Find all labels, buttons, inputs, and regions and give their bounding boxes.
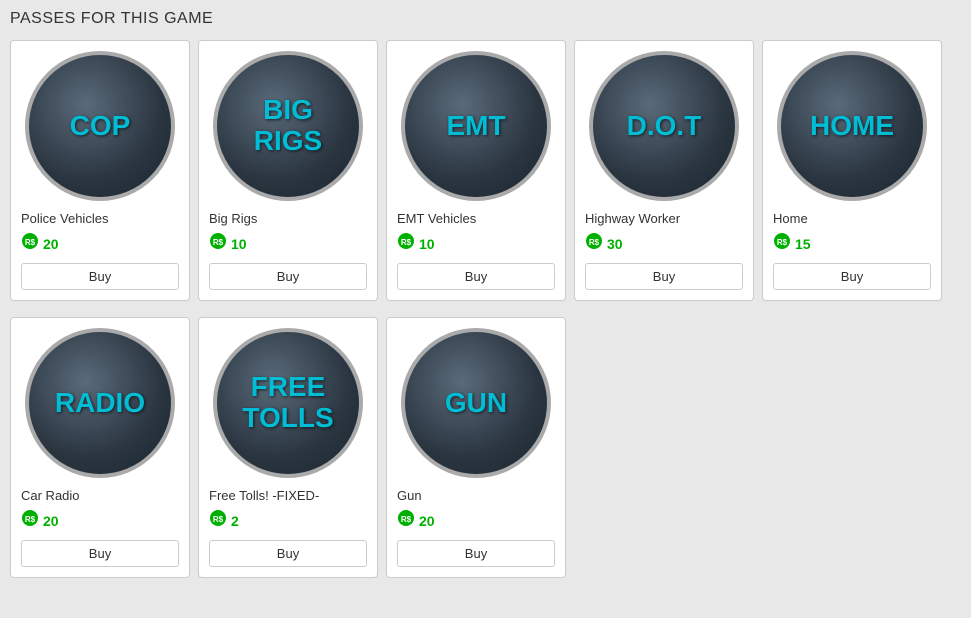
- pass-card-radio: RADIO Car Radio R$ 20 Buy: [10, 317, 190, 578]
- pass-card-emt: EMT EMT Vehicles R$ 10 Buy: [386, 40, 566, 301]
- price-amount-big-rigs: 10: [231, 236, 247, 252]
- buy-button-emt[interactable]: Buy: [397, 263, 555, 290]
- pass-icon-big-rigs: BIG RIGS: [213, 51, 363, 201]
- pass-card-cop: COP Police Vehicles R$ 20 Buy: [10, 40, 190, 301]
- buy-button-radio[interactable]: Buy: [21, 540, 179, 567]
- pass-icon-text-dot: D.O.T: [622, 106, 707, 147]
- robux-icon: R$: [397, 232, 415, 255]
- buy-button-dot[interactable]: Buy: [585, 263, 743, 290]
- pass-price-big-rigs: R$ 10: [209, 232, 247, 255]
- robux-icon: R$: [21, 509, 39, 532]
- robux-icon: R$: [21, 232, 39, 255]
- pass-icon-gun: GUN: [401, 328, 551, 478]
- pass-icon-text-big-rigs: BIG RIGS: [249, 90, 327, 162]
- svg-text:R$: R$: [213, 515, 224, 524]
- price-amount-gun: 20: [419, 513, 435, 529]
- price-amount-dot: 30: [607, 236, 623, 252]
- pass-name-radio: Car Radio: [21, 488, 80, 503]
- pass-card-free-tolls: FREE TOLLS Free Tolls! -FIXED- R$ 2 Buy: [198, 317, 378, 578]
- svg-text:R$: R$: [25, 238, 36, 247]
- row-1: RADIO Car Radio R$ 20 Buy FREE TOLLS Free To…: [10, 317, 566, 578]
- pass-icon-cop: COP: [25, 51, 175, 201]
- buy-button-home[interactable]: Buy: [773, 263, 931, 290]
- svg-text:R$: R$: [401, 515, 412, 524]
- svg-text:R$: R$: [213, 238, 224, 247]
- row-0: COP Police Vehicles R$ 20 Buy BIG RIGS Big R…: [10, 40, 942, 301]
- buy-button-free-tolls[interactable]: Buy: [209, 540, 367, 567]
- pass-icon-text-free-tolls: FREE TOLLS: [237, 367, 338, 439]
- svg-text:R$: R$: [589, 238, 600, 247]
- pass-price-home: R$ 15: [773, 232, 811, 255]
- robux-icon: R$: [585, 232, 603, 255]
- pass-price-cop: R$ 20: [21, 232, 59, 255]
- buy-button-gun[interactable]: Buy: [397, 540, 555, 567]
- robux-icon: R$: [209, 232, 227, 255]
- pass-icon-text-gun: GUN: [440, 383, 512, 424]
- pass-card-big-rigs: BIG RIGS Big Rigs R$ 10 Buy: [198, 40, 378, 301]
- pass-name-big-rigs: Big Rigs: [209, 211, 257, 226]
- pass-name-free-tolls: Free Tolls! -FIXED-: [209, 488, 319, 503]
- robux-icon: R$: [209, 509, 227, 532]
- pass-icon-text-cop: COP: [65, 106, 136, 147]
- pass-price-free-tolls: R$ 2: [209, 509, 239, 532]
- pass-icon-text-home: HOME: [805, 106, 899, 147]
- pass-name-home: Home: [773, 211, 808, 226]
- pass-card-gun: GUN Gun R$ 20 Buy: [386, 317, 566, 578]
- pass-icon-text-radio: RADIO: [50, 383, 150, 424]
- robux-icon: R$: [397, 509, 415, 532]
- pass-icon-free-tolls: FREE TOLLS: [213, 328, 363, 478]
- pass-price-radio: R$ 20: [21, 509, 59, 532]
- pass-price-gun: R$ 20: [397, 509, 435, 532]
- price-amount-home: 15: [795, 236, 811, 252]
- price-amount-emt: 10: [419, 236, 435, 252]
- passes-grid: COP Police Vehicles R$ 20 Buy BIG RIGS Big R…: [10, 40, 961, 586]
- robux-icon: R$: [773, 232, 791, 255]
- price-amount-radio: 20: [43, 513, 59, 529]
- buy-button-cop[interactable]: Buy: [21, 263, 179, 290]
- page-title: PASSES FOR THIS GAME: [10, 10, 961, 28]
- pass-name-dot: Highway Worker: [585, 211, 680, 226]
- pass-name-gun: Gun: [397, 488, 422, 503]
- pass-icon-home: HOME: [777, 51, 927, 201]
- svg-text:R$: R$: [25, 515, 36, 524]
- pass-icon-emt: EMT: [401, 51, 551, 201]
- pass-card-dot: D.O.T Highway Worker R$ 30 Buy: [574, 40, 754, 301]
- price-amount-cop: 20: [43, 236, 59, 252]
- buy-button-big-rigs[interactable]: Buy: [209, 263, 367, 290]
- pass-icon-text-emt: EMT: [441, 106, 510, 147]
- svg-text:R$: R$: [401, 238, 412, 247]
- pass-name-cop: Police Vehicles: [21, 211, 108, 226]
- pass-icon-dot: D.O.T: [589, 51, 739, 201]
- pass-name-emt: EMT Vehicles: [397, 211, 476, 226]
- price-amount-free-tolls: 2: [231, 513, 239, 529]
- svg-text:R$: R$: [777, 238, 788, 247]
- pass-price-emt: R$ 10: [397, 232, 435, 255]
- pass-price-dot: R$ 30: [585, 232, 623, 255]
- pass-icon-radio: RADIO: [25, 328, 175, 478]
- pass-card-home: HOME Home R$ 15 Buy: [762, 40, 942, 301]
